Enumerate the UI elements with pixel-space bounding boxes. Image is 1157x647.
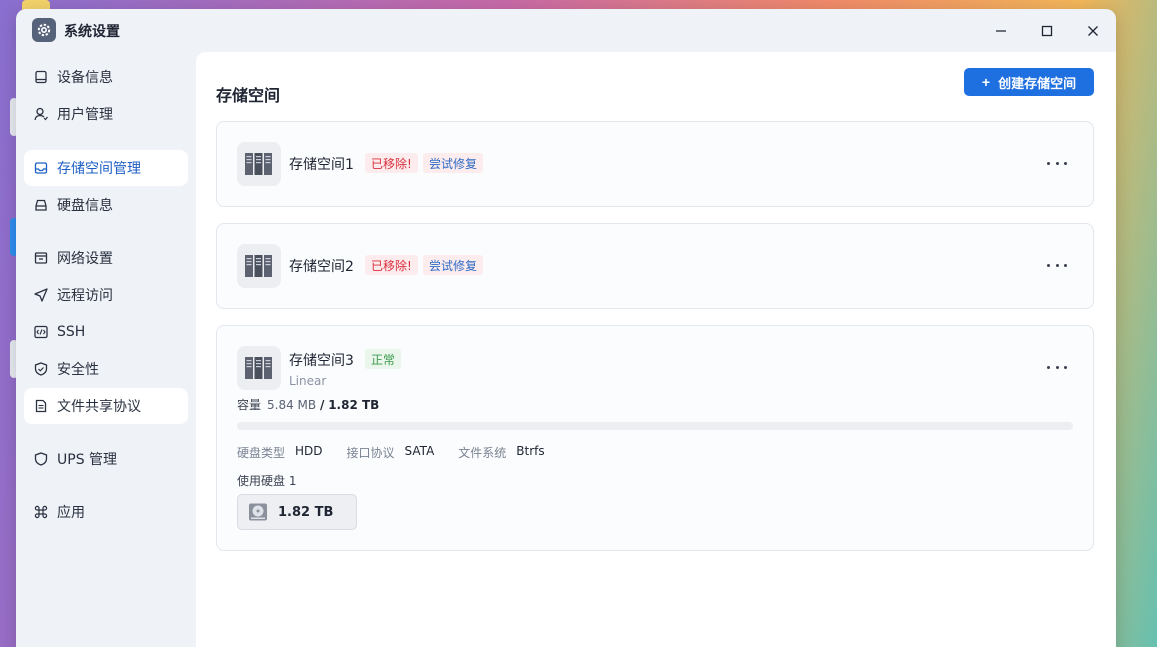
status-badge: 已移除! bbox=[365, 255, 418, 275]
create-storage-label: 创建存储空间 bbox=[998, 75, 1077, 91]
close-button[interactable] bbox=[1081, 19, 1105, 43]
title-bar: 系统设置 bbox=[16, 9, 1116, 52]
hard-disk-icon bbox=[249, 503, 267, 521]
server-rack-icon bbox=[237, 244, 281, 288]
sidebar-item-ups[interactable]: UPS 管理 bbox=[24, 441, 188, 477]
sidebar-item-label: 安全性 bbox=[57, 362, 99, 378]
sidebar-item-remote-access[interactable]: 远程访问 bbox=[24, 277, 188, 313]
settings-gear-icon bbox=[32, 18, 56, 42]
sidebar-item-label: SSH bbox=[57, 324, 86, 340]
raid-type: Linear bbox=[289, 374, 327, 388]
sidebar-item-label: UPS 管理 bbox=[57, 452, 118, 468]
more-icon bbox=[1047, 161, 1050, 165]
disk-type-label: 硬盘类型 bbox=[237, 446, 286, 460]
command-icon bbox=[34, 505, 48, 519]
main-content: 存储空间 + 创建存储空间 存储空间1 已移除! 尝试修复 存储空间2 已移除!… bbox=[196, 52, 1116, 647]
sidebar-item-device-info[interactable]: 设备信息 bbox=[24, 59, 188, 95]
sidebar-item-label: 网络设置 bbox=[57, 251, 113, 267]
capacity-separator: / bbox=[319, 398, 325, 412]
more-icon bbox=[1064, 161, 1067, 165]
more-icon bbox=[1055, 161, 1059, 165]
disk-icon bbox=[34, 198, 48, 212]
close-icon bbox=[1088, 26, 1098, 36]
maximize-button[interactable] bbox=[1035, 19, 1059, 43]
sidebar-item-disk-info[interactable]: 硬盘信息 bbox=[24, 187, 188, 223]
filesystem-label: 文件系统 bbox=[458, 446, 507, 460]
user-icon bbox=[34, 107, 48, 121]
device-info-icon bbox=[34, 70, 48, 84]
pool-name: 存储空间1 bbox=[289, 157, 354, 173]
capacity-readout: 容量 5.84 MB / 1.82 TB bbox=[237, 396, 379, 413]
storage-pool-card: 存储空间2 已移除! 尝试修复 bbox=[216, 223, 1094, 309]
minimize-icon bbox=[996, 30, 1006, 32]
more-options-button[interactable] bbox=[1047, 156, 1067, 170]
pool-name: 存储空间3 bbox=[289, 353, 354, 369]
shield-icon bbox=[34, 362, 48, 376]
sidebar-item-network[interactable]: 网络设置 bbox=[24, 240, 188, 276]
server-rack-icon bbox=[237, 346, 281, 390]
capacity-used: 5.84 MB bbox=[267, 398, 317, 412]
more-icon bbox=[1047, 365, 1050, 369]
sidebar-item-label: 硬盘信息 bbox=[57, 198, 113, 214]
sidebar-item-file-sharing[interactable]: 文件共享协议 bbox=[24, 388, 188, 424]
status-badge: 正常 bbox=[365, 349, 402, 369]
storage-pool-card: 存储空间1 已移除! 尝试修复 bbox=[216, 121, 1094, 207]
sidebar-item-ssh[interactable]: SSH bbox=[24, 314, 188, 350]
pool-properties: 硬盘类型 HDD 接口协议 SATA 文件系统 Btrfs bbox=[237, 444, 569, 461]
sidebar-item-label: 用户管理 bbox=[57, 107, 113, 123]
filesystem-value: Btrfs bbox=[516, 444, 545, 458]
used-disks-label: 使用硬盘 1 bbox=[237, 474, 297, 488]
capacity-label: 容量 bbox=[237, 398, 262, 412]
capacity-progress-bar bbox=[237, 422, 1073, 430]
storage-icon bbox=[34, 161, 48, 175]
status-badge: 已移除! bbox=[365, 153, 418, 173]
interface-value: SATA bbox=[404, 444, 435, 458]
create-storage-button[interactable]: + 创建存储空间 bbox=[964, 68, 1094, 96]
repair-button[interactable]: 尝试修复 bbox=[423, 255, 484, 275]
more-icon bbox=[1055, 365, 1059, 369]
file-icon bbox=[34, 399, 48, 413]
more-icon bbox=[1064, 263, 1067, 267]
disk-size: 1.82 TB bbox=[278, 504, 334, 520]
sidebar-item-apps[interactable]: 应用 bbox=[24, 494, 188, 530]
server-rack-icon bbox=[237, 142, 281, 186]
repair-button[interactable]: 尝试修复 bbox=[423, 153, 484, 173]
window-title: 系统设置 bbox=[64, 24, 120, 40]
storage-pool-card: 存储空间3 正常 Linear 容量 5.84 MB / 1.82 TB 硬盘类型… bbox=[216, 325, 1094, 551]
sidebar-item-security[interactable]: 安全性 bbox=[24, 351, 188, 387]
sidebar-item-label: 设备信息 bbox=[57, 70, 113, 86]
settings-window: 系统设置 设备信息 用户管理 存储空间管理 硬盘信息 网络设置 远程访问 SSH… bbox=[16, 9, 1116, 647]
interface-label: 接口协议 bbox=[346, 446, 395, 460]
send-icon bbox=[34, 288, 48, 302]
pool-name: 存储空间2 bbox=[289, 259, 354, 275]
disk-chip[interactable]: 1.82 TB bbox=[237, 494, 357, 530]
sidebar-item-storage-management[interactable]: 存储空间管理 bbox=[24, 150, 188, 186]
disk-type-value: HDD bbox=[295, 444, 323, 458]
sidebar-item-label: 存储空间管理 bbox=[57, 161, 141, 177]
more-icon bbox=[1047, 263, 1050, 267]
more-options-button[interactable] bbox=[1047, 360, 1067, 374]
sidebar-item-user-management[interactable]: 用户管理 bbox=[24, 96, 188, 132]
minimize-button[interactable] bbox=[989, 19, 1013, 43]
ups-shield-icon bbox=[34, 452, 48, 466]
more-icon bbox=[1064, 365, 1067, 369]
more-options-button[interactable] bbox=[1047, 258, 1067, 272]
network-icon bbox=[34, 251, 48, 265]
more-icon bbox=[1055, 263, 1059, 267]
sidebar-item-label: 远程访问 bbox=[57, 288, 113, 304]
sidebar-item-label: 应用 bbox=[57, 505, 85, 521]
sidebar-item-label: 文件共享协议 bbox=[57, 399, 141, 415]
maximize-icon bbox=[1041, 25, 1053, 37]
code-icon bbox=[34, 325, 48, 339]
capacity-total: 1.82 TB bbox=[328, 398, 380, 412]
plus-icon: + bbox=[981, 74, 991, 90]
page-title: 存储空间 bbox=[216, 86, 281, 105]
